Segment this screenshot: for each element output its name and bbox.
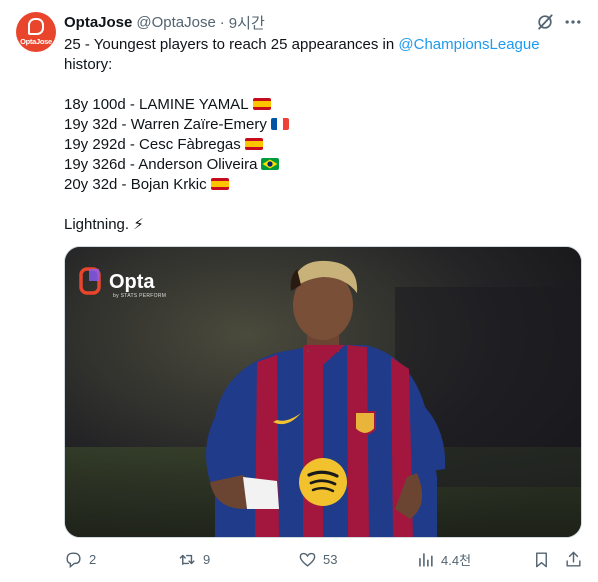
- player-entry: 19y 292d - Cesc Fàbregas: [64, 136, 241, 153]
- reply-count: 2: [89, 552, 97, 567]
- list-item: 19y 292d - Cesc Fàbregas: [64, 135, 584, 155]
- list-item: 19y 32d - Warren Zaïre-Emery: [64, 115, 584, 135]
- player-entry: 19y 326d - Anderson Oliveira: [64, 156, 258, 173]
- like-count: 53: [323, 552, 338, 567]
- retweet-icon: [179, 554, 195, 565]
- media-image[interactable]: Opta by STATS PERFORM: [64, 246, 582, 538]
- views-button[interactable]: 4.4천: [416, 550, 471, 569]
- bookmark-icon: [536, 552, 547, 568]
- separator: ·: [219, 13, 225, 31]
- more-options-icon[interactable]: [563, 12, 583, 32]
- retweet-count: 9: [203, 552, 211, 567]
- player-entry: 20y 32d - Bojan Krkic: [64, 176, 207, 193]
- spain-flag-icon: [210, 178, 229, 190]
- list-item: 18y 100d - LAMINE YAMAL: [64, 95, 584, 115]
- tweet-card[interactable]: OptaJose OptaJose @OptaJose · 9시간 25 - Y…: [0, 0, 598, 582]
- retweet-button[interactable]: 9: [178, 550, 210, 569]
- avatar-label: OptaJose: [20, 37, 52, 46]
- tweet-line-text: 25 - Youngest players to reach 25 appear…: [64, 36, 399, 53]
- tweet-line: history:: [64, 56, 113, 73]
- timestamp[interactable]: 9시간: [229, 12, 265, 33]
- player-entry: 18y 100d - LAMINE YAMAL: [64, 96, 249, 113]
- user-handle[interactable]: @OptaJose: [136, 14, 215, 31]
- tweet-closing: Lightning. ⚡: [64, 216, 144, 233]
- avatar[interactable]: OptaJose: [16, 12, 56, 52]
- spain-flag-icon: [244, 138, 263, 150]
- action-bar: 2 9 53 4.4천: [64, 548, 584, 572]
- tweet-header: OptaJose @OptaJose · 9시간: [64, 12, 265, 32]
- share-button[interactable]: [564, 550, 583, 569]
- grok-icon[interactable]: [535, 12, 555, 32]
- brazil-flag-icon: [261, 158, 280, 170]
- mention-link[interactable]: @ChampionsLeague: [398, 36, 539, 53]
- opta-logo-subtext: by STATS PERFORM: [113, 293, 167, 299]
- share-icon: [566, 551, 581, 567]
- opta-logo-text: Opta: [109, 271, 155, 293]
- like-button[interactable]: 53: [298, 550, 337, 569]
- list-item: 19y 326d - Anderson Oliveira: [64, 155, 584, 175]
- display-name[interactable]: OptaJose: [64, 14, 132, 31]
- tweet-line: 25 - Youngest players to reach 25 appear…: [64, 35, 584, 55]
- tweet-text: 25 - Youngest players to reach 25 appear…: [64, 35, 584, 235]
- opta-mark-icon: [28, 18, 44, 35]
- spain-flag-icon: [252, 98, 271, 110]
- france-flag-icon: [270, 118, 289, 130]
- reply-button[interactable]: 2: [64, 550, 96, 569]
- player-entry: 19y 32d - Warren Zaïre-Emery: [64, 116, 267, 133]
- list-item: 20y 32d - Bojan Krkic: [64, 175, 584, 195]
- reply-icon: [66, 552, 81, 569]
- bookmark-button[interactable]: [532, 550, 551, 569]
- views-icon: [419, 553, 433, 567]
- view-count: 4.4천: [441, 553, 472, 568]
- heart-icon: [299, 552, 316, 567]
